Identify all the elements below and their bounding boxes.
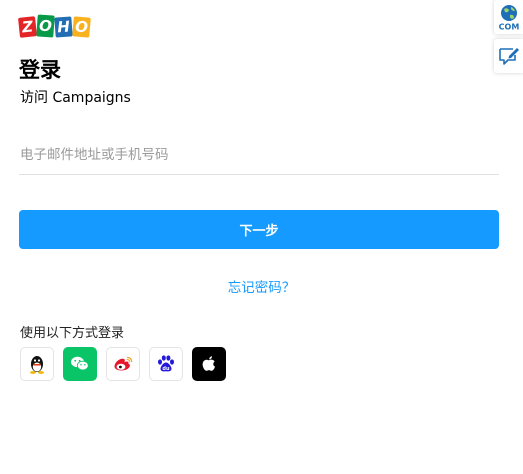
email-field[interactable] [19,140,501,170]
zoho-logo: Z O H O [18,11,91,38]
forgot-password-row: 忘记密码？ [0,276,523,296]
globe-icon: COM [499,5,520,32]
domain-switch-button[interactable]: COM [494,0,523,34]
logo-letter-o: O [36,14,55,38]
apple-icon [202,356,215,371]
email-field-wrapper [19,140,501,175]
feedback-icon [499,48,519,65]
baidu-icon: du [158,355,174,372]
qq-login-button[interactable] [20,347,54,381]
page-title: 登录 [19,58,61,82]
social-login-row: du [20,347,226,381]
logo-letter-z: Z [18,16,37,38]
wechat-icon [71,356,89,371]
domain-label: COM [499,23,520,32]
apple-login-button[interactable] [192,347,226,381]
social-login-label: 使用以下方式登录 [20,326,125,341]
svg-text:du: du [162,366,170,372]
qq-icon [30,356,44,374]
forgot-password-link[interactable]: 忘记密码？ [228,280,296,296]
wechat-login-button[interactable] [63,347,97,381]
side-toolbar: COM [494,0,523,73]
weibo-icon [114,356,133,371]
page-subtitle: 访问 Campaigns [20,90,131,106]
feedback-button[interactable] [494,39,523,73]
baidu-login-button[interactable]: du [149,347,183,381]
weibo-login-button[interactable] [106,347,140,381]
logo-letter-h: H [54,16,73,38]
logo-letter-o2: O [72,16,91,38]
next-button[interactable]: 下一步 [19,210,499,249]
